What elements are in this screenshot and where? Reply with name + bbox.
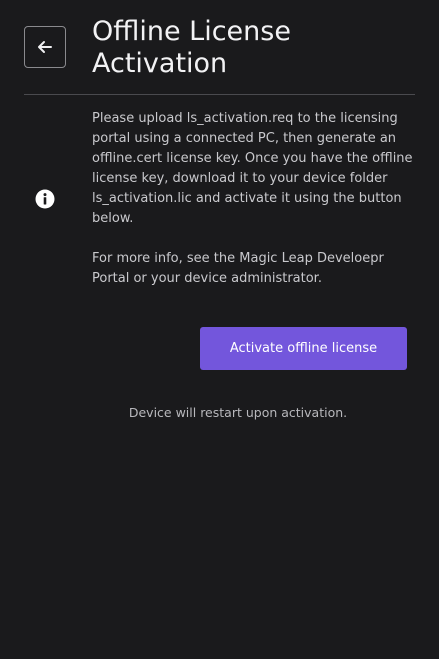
header-divider: [24, 94, 415, 95]
header: Offline License Activation: [0, 0, 439, 96]
more-info-paragraph: For more info, see the Magic Leap Develo…: [92, 251, 384, 286]
activate-offline-license-button[interactable]: Activate offline license: [200, 327, 407, 370]
restart-note: Device will restart upon activation.: [128, 405, 348, 420]
instructions-paragraph: Please upload ls_activation.req to the l…: [92, 111, 413, 226]
back-button[interactable]: [24, 26, 66, 68]
instructions: Please upload ls_activation.req to the l…: [92, 109, 422, 289]
page-title: Offline License Activation: [92, 16, 291, 79]
arrow-left-icon: [38, 41, 52, 53]
info-icon: [35, 189, 55, 209]
